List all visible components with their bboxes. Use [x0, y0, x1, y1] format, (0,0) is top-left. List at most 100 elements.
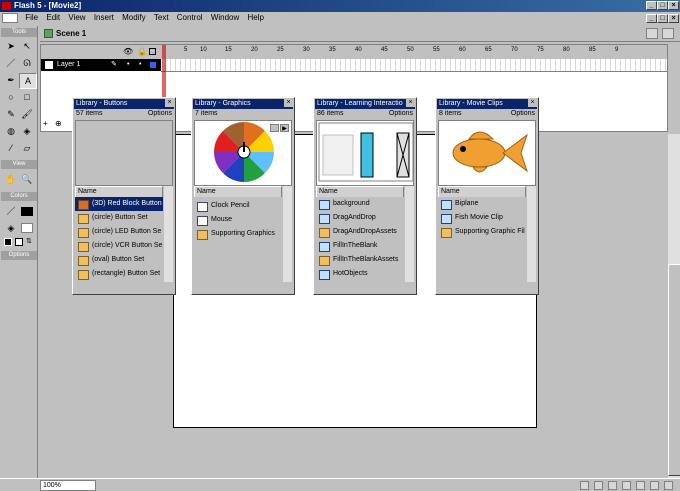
library-scrollbar[interactable] [405, 186, 414, 283]
menu-view[interactable]: View [65, 12, 88, 24]
list-item[interactable]: (rectangle) Button Set [75, 267, 163, 281]
pencil-tool-icon[interactable]: ✎ [3, 107, 19, 121]
launcher-mixer-icon[interactable] [594, 481, 603, 490]
stroke-color-icon[interactable]: ／ [3, 204, 19, 218]
lock-icon[interactable]: 🔒 [137, 47, 147, 56]
launcher-movie-explorer-icon[interactable] [650, 481, 659, 490]
layer-row[interactable]: Layer 1 ✎ • • [41, 59, 161, 71]
launcher-actions-icon[interactable] [636, 481, 645, 490]
fill-color-icon[interactable]: ◈ [3, 221, 19, 235]
library-scrollbar[interactable] [527, 186, 536, 283]
list-item[interactable]: background [316, 197, 404, 211]
stroke-color-swatch[interactable] [21, 207, 33, 216]
list-item[interactable]: (oval) Button Set [75, 253, 163, 267]
menu-help[interactable]: Help [245, 12, 267, 24]
insert-layer-icon[interactable]: + [43, 119, 53, 129]
add-guide-layer-icon[interactable]: ⊕ [55, 119, 65, 129]
list-item[interactable]: Fish Movie Clip [438, 211, 526, 225]
menu-window[interactable]: Window [208, 12, 242, 24]
library-footer-buttons[interactable] [194, 282, 292, 292]
frame-strip[interactable] [161, 59, 667, 72]
vertical-scrollbar[interactable] [668, 134, 680, 478]
library-close-icon[interactable]: × [165, 99, 174, 107]
list-item[interactable]: (circle) Button Set [75, 211, 163, 225]
subselect-tool-icon[interactable]: ↖ [19, 39, 35, 53]
menu-edit[interactable]: Edit [43, 12, 63, 24]
list-item[interactable]: FillInTheBlank [316, 239, 404, 253]
library-options-button[interactable]: Options [511, 110, 535, 117]
library-item-list[interactable]: background DragAndDrop DragAndDropAssets… [316, 197, 404, 283]
list-item[interactable]: Biplane [438, 197, 526, 211]
library-close-icon[interactable]: × [406, 99, 415, 107]
eraser-tool-icon[interactable]: ▱ [19, 141, 35, 155]
list-item[interactable]: HotObjects [316, 267, 404, 281]
fill-color-swatch[interactable] [21, 223, 33, 233]
list-item[interactable]: DragAndDrop [316, 211, 404, 225]
edit-symbols-icon[interactable] [662, 28, 674, 39]
launcher-instance-icon[interactable] [622, 481, 631, 490]
library-item-list[interactable]: Biplane Fish Movie Clip Supporting Graph… [438, 197, 526, 283]
pen-tool-icon[interactable]: ✒ [3, 73, 19, 87]
outline-icon[interactable] [149, 48, 156, 55]
launcher-info-icon[interactable] [580, 481, 589, 490]
list-item[interactable]: Supporting Graphics [194, 227, 282, 241]
zoom-select[interactable]: 100% [40, 480, 96, 491]
library-title[interactable]: Library - Buttons [74, 99, 174, 109]
library-item-list[interactable]: Clock Pencil Mouse Supporting Graphics [194, 197, 282, 283]
library-options-button[interactable]: Options [148, 110, 172, 117]
library-close-icon[interactable]: × [528, 99, 537, 107]
maximize-button[interactable]: □ [657, 1, 668, 10]
library-title[interactable]: Library - Movie Clips [437, 99, 537, 109]
no-color-icon[interactable] [15, 238, 23, 246]
list-item[interactable]: DragAndDropAssets [316, 225, 404, 239]
menu-modify[interactable]: Modify [119, 12, 149, 24]
stop-preview-icon[interactable] [270, 124, 279, 132]
outline-color-box[interactable] [150, 62, 156, 68]
launcher-library-icon[interactable] [664, 481, 673, 490]
list-item[interactable]: Supporting Graphic Fil [438, 225, 526, 239]
minimize-button[interactable]: _ [646, 1, 657, 10]
doc-minimize-button[interactable]: _ [646, 14, 657, 23]
oval-tool-icon[interactable]: ○ [3, 90, 19, 104]
scroll-thumb[interactable] [668, 264, 680, 476]
menu-text[interactable]: Text [151, 12, 172, 24]
menu-file[interactable]: File [22, 12, 41, 24]
hand-tool-icon[interactable]: ✋ [3, 172, 19, 186]
menu-control[interactable]: Control [174, 12, 206, 24]
library-item-list[interactable]: (3D) Red Block Button (circle) Button Se… [75, 197, 163, 283]
rectangle-tool-icon[interactable]: □ [19, 90, 35, 104]
arrow-tool-icon[interactable]: ➤ [3, 39, 19, 53]
library-footer-buttons[interactable] [316, 282, 414, 292]
line-tool-icon[interactable]: ／ [3, 56, 19, 70]
layer-name[interactable]: Layer 1 [57, 59, 80, 71]
list-item[interactable]: Mouse [194, 213, 282, 227]
lasso-tool-icon[interactable]: ᘏ [19, 56, 35, 70]
library-close-icon[interactable]: × [284, 99, 293, 107]
lock-dot[interactable]: • [139, 59, 141, 71]
library-title[interactable]: Library - Learning Interactio [315, 99, 415, 109]
library-scrollbar[interactable] [164, 186, 173, 283]
eye-icon[interactable]: 👁 [123, 47, 133, 56]
ink-bottle-tool-icon[interactable]: ◍ [3, 124, 19, 138]
menu-insert[interactable]: Insert [91, 12, 117, 24]
dropper-tool-icon[interactable]: ⁄ [3, 141, 19, 155]
list-item[interactable]: Clock Pencil [194, 199, 282, 213]
library-options-button[interactable]: Options [389, 110, 413, 117]
library-title[interactable]: Library - Graphics [193, 99, 293, 109]
library-footer-buttons[interactable] [75, 282, 173, 292]
library-scrollbar[interactable] [283, 186, 292, 283]
swap-colors-icon[interactable]: ⇅ [26, 238, 34, 246]
list-item[interactable]: (circle) LED Button Se [75, 225, 163, 239]
visibility-dot[interactable]: • [127, 59, 129, 71]
list-item[interactable]: (circle) VCR Button Se [75, 239, 163, 253]
default-colors-icon[interactable] [4, 238, 12, 246]
library-footer-buttons[interactable] [438, 282, 536, 292]
close-button[interactable]: × [668, 1, 679, 10]
doc-close-button[interactable]: × [668, 14, 679, 23]
paint-bucket-tool-icon[interactable]: ◈ [19, 124, 35, 138]
edit-scene-icon[interactable] [646, 28, 658, 39]
document-icon[interactable] [2, 12, 18, 23]
zoom-tool-icon[interactable]: 🔍 [19, 172, 35, 186]
launcher-character-icon[interactable] [608, 481, 617, 490]
list-item[interactable]: FillInTheBlankAssets [316, 253, 404, 267]
